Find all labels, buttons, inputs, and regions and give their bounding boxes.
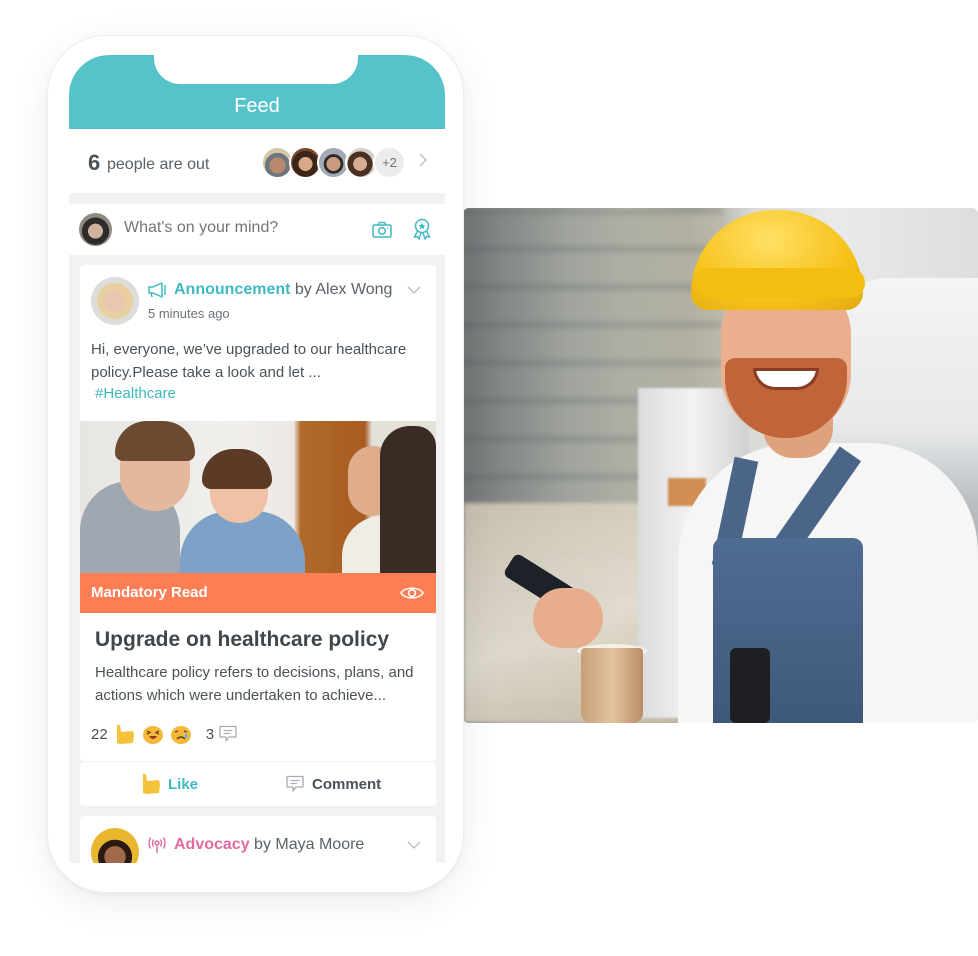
chevron-down-icon[interactable] xyxy=(407,285,421,295)
article-title[interactable]: Upgrade on healthcare policy xyxy=(95,628,389,652)
laughing-emoji-icon xyxy=(142,726,163,744)
comment-count: 3 xyxy=(205,725,215,743)
people-out-count: 6 xyxy=(88,150,101,175)
crying-emoji-icon xyxy=(170,726,191,744)
feed-post: Announcement by Alex Wong 5 minutes ago … xyxy=(80,265,436,761)
status-input[interactable] xyxy=(124,219,344,237)
author-avatar[interactable] xyxy=(91,828,139,863)
hashtag-link[interactable]: #Healthcare xyxy=(95,385,176,402)
people-out-label: people are out xyxy=(107,156,210,173)
mandatory-read-banner: Mandatory Read xyxy=(80,573,436,613)
camera-icon[interactable] xyxy=(372,221,392,238)
post-text: Hi, everyone, we’ve upgraded to our heal… xyxy=(91,341,407,381)
author-avatar[interactable] xyxy=(91,277,139,325)
post-image[interactable] xyxy=(80,421,436,573)
phone-notch xyxy=(154,55,358,84)
post-meta: Announcement by Alex Wong xyxy=(174,281,392,299)
megaphone-icon xyxy=(148,282,166,298)
mandatory-read-label: Mandatory Read xyxy=(91,584,208,601)
hero-photo-worker xyxy=(463,208,978,723)
comment-button[interactable]: Comment xyxy=(285,772,381,796)
reaction-count: 22 xyxy=(91,725,108,743)
post-meta: Advocacy by Maya Moore xyxy=(174,836,364,854)
feed-post: Advocacy by Maya Moore Project ... xyxy=(80,816,436,863)
reaction-summary[interactable]: 22 3 xyxy=(91,722,238,746)
phone-screen: Feed 6 people are out +2 What's on your … xyxy=(69,55,445,863)
page-title: Feed xyxy=(234,95,280,117)
eye-icon xyxy=(400,587,424,599)
image-person-hair xyxy=(202,449,272,489)
image-person-hair xyxy=(380,426,436,573)
post-actions-bar: Like Comment xyxy=(80,762,436,806)
avatar-stack[interactable]: +2 xyxy=(261,146,406,180)
current-user-avatar xyxy=(79,213,112,246)
comment-bubble-icon xyxy=(219,725,237,742)
people-out-card[interactable]: 6 people are out +2 xyxy=(69,129,445,193)
chevron-right-icon[interactable] xyxy=(418,151,428,169)
thumbs-up-icon xyxy=(116,725,134,744)
like-button[interactable]: Like xyxy=(140,772,198,796)
image-person-hair xyxy=(115,421,195,461)
award-icon[interactable] xyxy=(412,218,432,240)
photo-radio xyxy=(730,648,770,723)
photo-hard-hat-brim xyxy=(695,268,865,298)
thumbs-up-icon xyxy=(143,774,160,794)
chevron-down-icon[interactable] xyxy=(407,840,421,850)
post-type-link[interactable]: Announcement xyxy=(174,281,290,298)
post-author[interactable]: by Maya Moore xyxy=(254,836,364,853)
post-timestamp: Project ... xyxy=(148,861,203,863)
article-summary: Healthcare policy refers to decisions, p… xyxy=(95,664,414,704)
post-author[interactable]: by Alex Wong xyxy=(295,281,393,298)
comment-bubble-icon xyxy=(286,775,304,792)
photo-coffee-cup xyxy=(581,648,643,723)
broadcast-icon xyxy=(148,837,166,853)
post-timestamp: 5 minutes ago xyxy=(148,306,230,321)
like-label: Like xyxy=(168,775,199,793)
post-type-link[interactable]: Advocacy xyxy=(174,836,250,853)
comment-label: Comment xyxy=(312,775,382,793)
photo-hand xyxy=(533,588,603,648)
more-people-badge: +2 xyxy=(373,146,406,179)
post-composer[interactable] xyxy=(69,204,445,255)
